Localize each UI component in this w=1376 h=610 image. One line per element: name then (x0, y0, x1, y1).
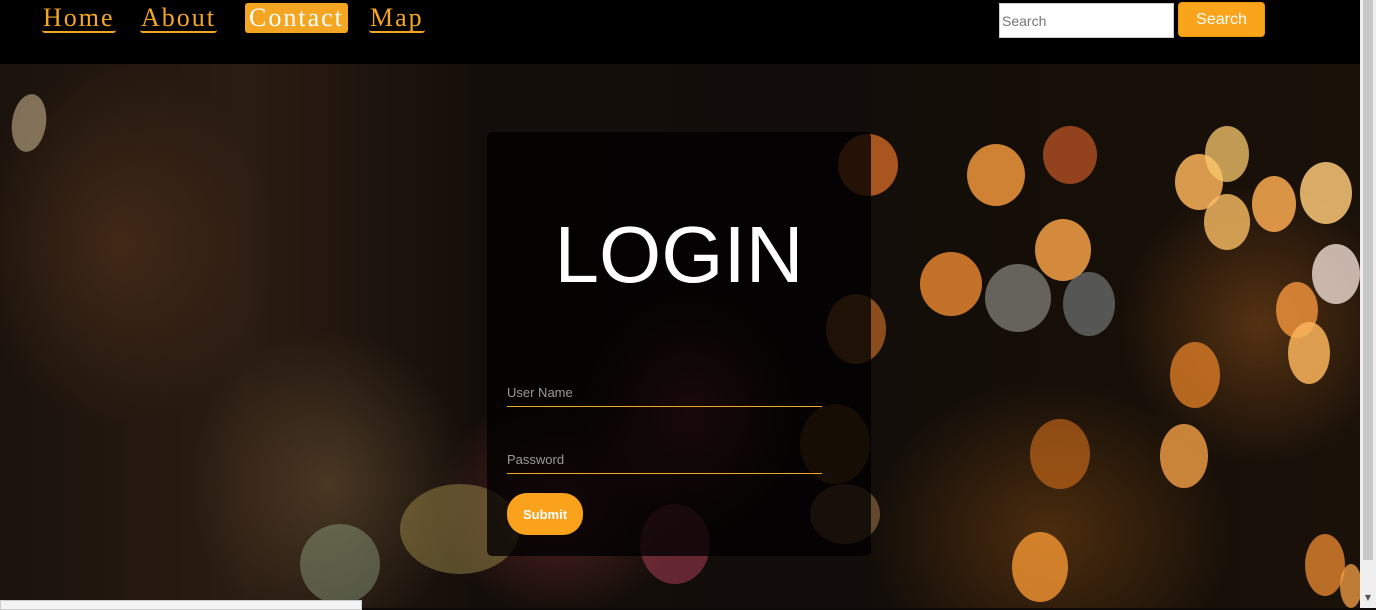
scrollbar-thumb[interactable] (1363, 0, 1373, 560)
nav-home-link[interactable]: Home (42, 3, 116, 33)
bokeh-light (920, 252, 982, 316)
top-navbar: Home About Contact Map Search (0, 0, 1360, 64)
scroll-down-icon[interactable]: ▼ (1363, 592, 1373, 604)
bokeh-light (1205, 126, 1249, 182)
browser-status-bar (0, 600, 362, 610)
bokeh-light (1035, 219, 1091, 281)
bokeh-light (1312, 244, 1360, 304)
nav-map-link[interactable]: Map (369, 3, 425, 33)
bokeh-light (1030, 419, 1090, 489)
bokeh-light (967, 144, 1025, 206)
bokeh-light (1305, 534, 1345, 596)
search-button[interactable]: Search (1178, 2, 1265, 37)
username-field[interactable] (507, 378, 822, 407)
bokeh-light (1160, 424, 1208, 488)
bokeh-light (1252, 176, 1296, 232)
bokeh-light (1043, 126, 1097, 184)
bokeh-light (1300, 162, 1352, 224)
bokeh-light (1170, 342, 1220, 408)
search-input[interactable] (999, 3, 1174, 38)
bokeh-light (1288, 322, 1330, 384)
password-field[interactable] (507, 445, 822, 474)
submit-button[interactable]: Submit (507, 493, 583, 535)
vertical-scrollbar[interactable]: ▼ (1360, 0, 1376, 608)
bokeh-light (985, 264, 1051, 332)
bokeh-light (1012, 532, 1068, 602)
nav-about-link[interactable]: About (140, 3, 217, 33)
bokeh-light (8, 91, 50, 155)
bokeh-light (1204, 194, 1250, 250)
login-title: LOGIN (554, 210, 804, 299)
bokeh-light (300, 524, 380, 604)
bokeh-light (1063, 272, 1115, 336)
nav-contact-link[interactable]: Contact (245, 3, 348, 33)
bokeh-light (1340, 564, 1360, 608)
login-card: LOGIN Submit (487, 132, 871, 556)
